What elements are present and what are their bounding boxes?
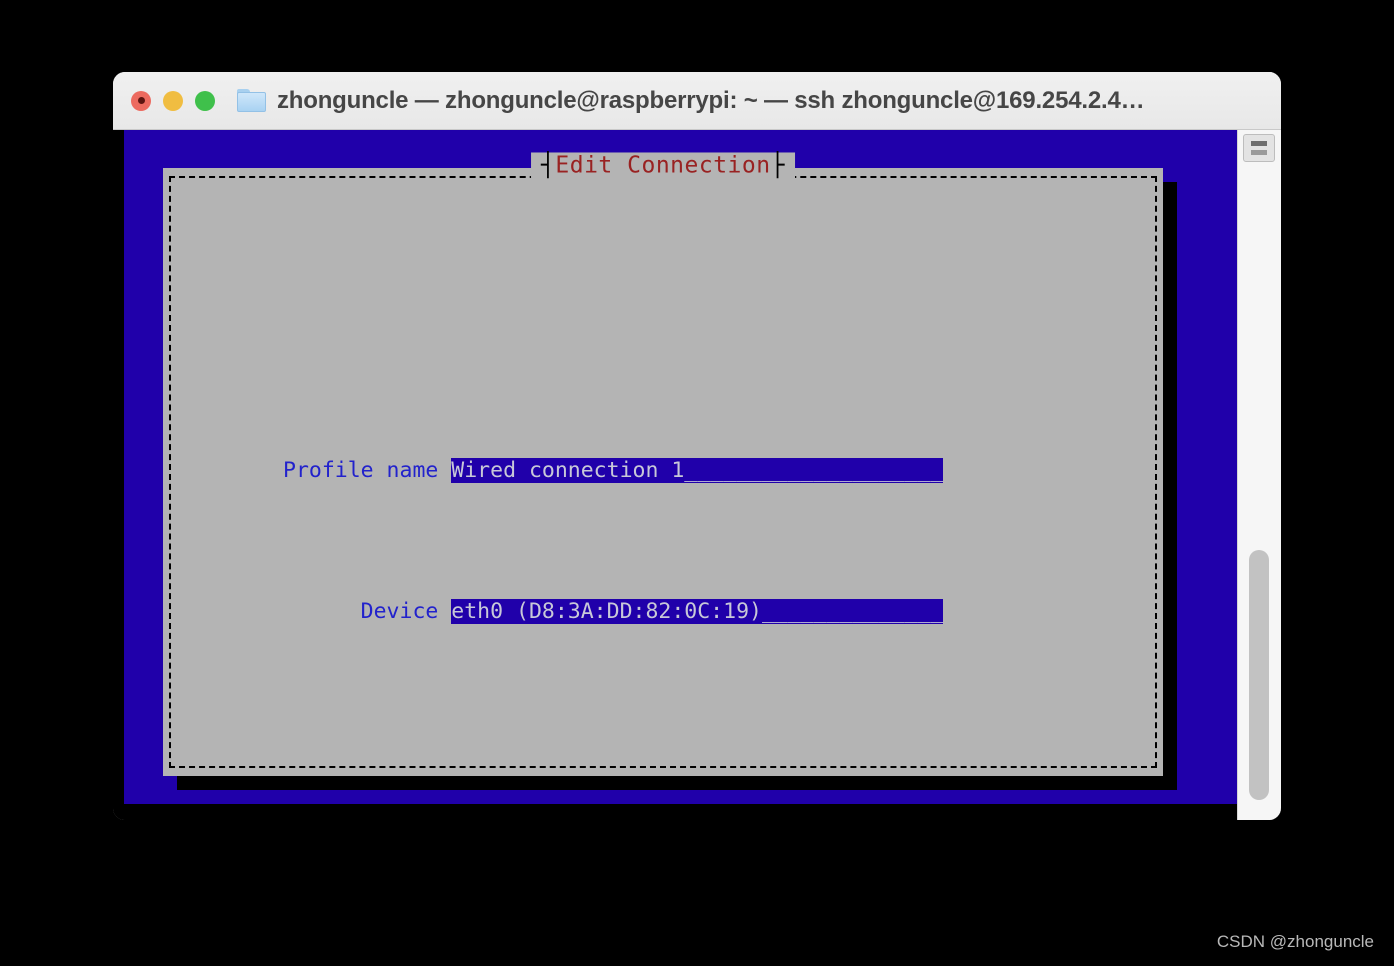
close-button-icon[interactable] bbox=[131, 90, 151, 111]
terminal-body: ┤Edit Connection├ Profile name Wired con… bbox=[113, 130, 1281, 820]
device-label: Device bbox=[283, 599, 439, 625]
split-pane-icon[interactable] bbox=[1243, 134, 1276, 162]
profile-name-label: Profile name bbox=[283, 457, 439, 483]
dialog-title: ┤Edit Connection├ bbox=[531, 152, 795, 179]
dialog-content-grid: Profile name Wired connection 1_________… bbox=[169, 202, 1163, 776]
dialog-title-text: Edit Connection bbox=[555, 152, 771, 179]
device-filler: ______________ bbox=[761, 599, 944, 625]
device-input[interactable]: eth0 (D8:3A:DD:82:0C:19)______________ bbox=[451, 599, 944, 625]
terminal-scrollbar-column[interactable] bbox=[1237, 130, 1281, 820]
window-title: zhonguncle — zhonguncle@raspberrypi: ~ —… bbox=[277, 86, 1145, 114]
device-value: eth0 (D8:3A:DD:82:0C:19) bbox=[451, 599, 762, 625]
profile-name-value: Wired connection 1 bbox=[451, 457, 685, 483]
terminal-window[interactable]: zhonguncle — zhonguncle@raspberrypi: ~ —… bbox=[113, 72, 1281, 820]
spacer-row bbox=[169, 315, 1163, 343]
spacer-row bbox=[169, 711, 1163, 739]
profile-name-row[interactable]: Profile name Wired connection 1_________… bbox=[169, 457, 1163, 485]
window-titlebar[interactable]: zhonguncle — zhonguncle@raspberrypi: ~ —… bbox=[113, 72, 1281, 130]
traffic-light-controls bbox=[131, 90, 215, 111]
folder-icon bbox=[237, 88, 267, 113]
minimize-button-icon[interactable] bbox=[163, 90, 183, 111]
dialog-title-bar-right: ├ bbox=[770, 152, 785, 179]
terminal-canvas[interactable]: ┤Edit Connection├ Profile name Wired con… bbox=[113, 130, 1238, 820]
edit-connection-dialog: ┤Edit Connection├ Profile name Wired con… bbox=[163, 152, 1163, 776]
device-row[interactable]: Device eth0 (D8:3A:DD:82:0C:19)_________… bbox=[169, 598, 1163, 626]
watermark: CSDN @zhonguncle bbox=[1216, 932, 1374, 951]
dialog-title-bar-left: ┤ bbox=[541, 152, 556, 179]
profile-name-filler: ____________________ bbox=[684, 457, 944, 483]
profile-name-input[interactable]: Wired connection 1____________________ bbox=[451, 457, 944, 483]
maximize-button-icon[interactable] bbox=[195, 90, 215, 111]
vertical-scrollbar-thumb[interactable] bbox=[1249, 550, 1270, 800]
